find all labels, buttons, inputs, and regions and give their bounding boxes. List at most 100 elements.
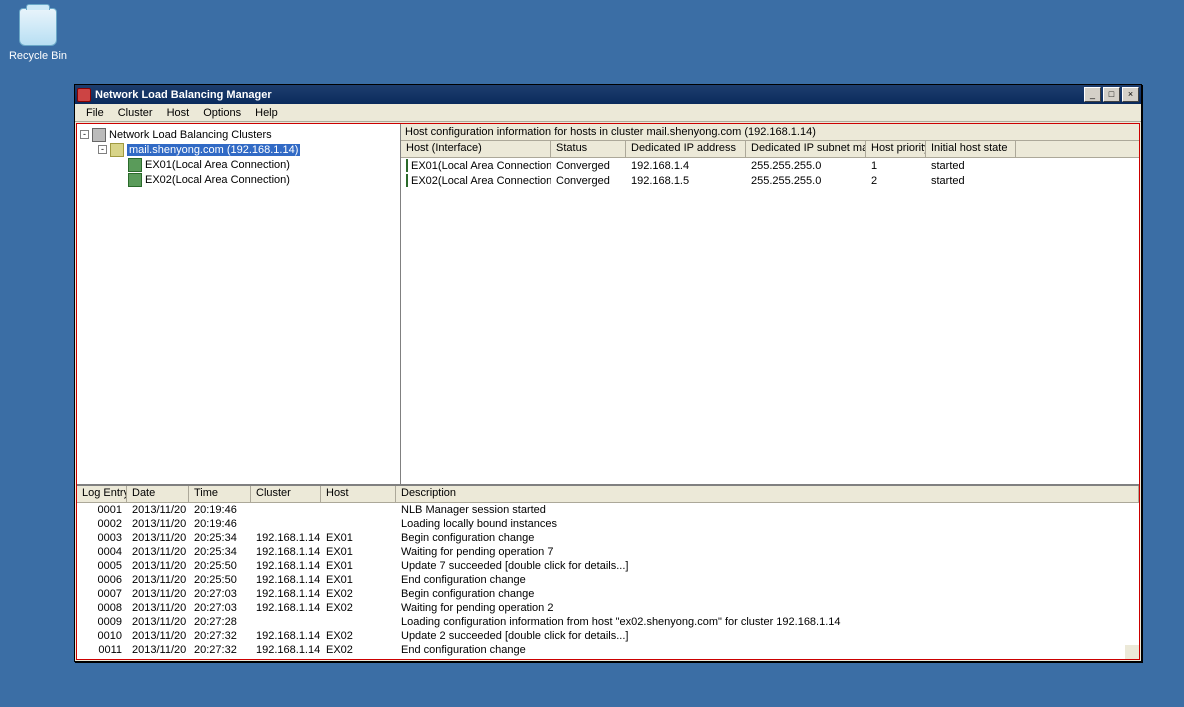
log-date: 2013/11/20 <box>127 574 189 586</box>
log-entry: 0004 <box>77 546 127 558</box>
menu-file[interactable]: File <box>79 105 111 121</box>
log-time: 20:19:46 <box>189 518 251 530</box>
host-init-state: started <box>926 160 1016 172</box>
log-cluster: 192.168.1.14 <box>251 574 321 586</box>
log-entry: 0008 <box>77 602 127 614</box>
log-row[interactable]: 00042013/11/2020:25:34192.168.1.14EX01Wa… <box>77 545 1139 559</box>
tree-host-2[interactable]: EX02(Local Area Connection) <box>80 172 397 187</box>
col-subnet[interactable]: Dedicated IP subnet mask <box>746 141 866 157</box>
log-entry: 0009 <box>77 616 127 628</box>
recycle-bin[interactable]: Recycle Bin <box>8 8 68 62</box>
host-interface: EX01(Local Area Connection) <box>411 160 551 172</box>
resize-grip[interactable] <box>1125 645 1139 659</box>
host-status: Converged <box>551 175 626 187</box>
log-row[interactable]: 00012013/11/2020:19:46NLB Manager sessio… <box>77 503 1139 517</box>
log-entry: 0002 <box>77 518 127 530</box>
log-cluster: 192.168.1.14 <box>251 630 321 642</box>
tree-root-label: Network Load Balancing Clusters <box>109 129 272 141</box>
menu-host[interactable]: Host <box>160 105 197 121</box>
log-rows[interactable]: 00012013/11/2020:19:46NLB Manager sessio… <box>77 503 1139 659</box>
recycle-bin-icon <box>19 8 57 46</box>
host-status: Converged <box>551 160 626 172</box>
col-priority[interactable]: Host priority <box>866 141 926 157</box>
col-log-desc[interactable]: Description <box>396 486 1139 502</box>
col-log-host[interactable]: Host <box>321 486 396 502</box>
tree-cluster[interactable]: - mail.shenyong.com (192.168.1.14) <box>80 142 397 157</box>
titlebar[interactable]: Network Load Balancing Manager _ □ × <box>75 85 1141 104</box>
log-description: Loading locally bound instances <box>396 518 1139 530</box>
menubar: File Cluster Host Options Help <box>75 104 1141 122</box>
log-row[interactable]: 00072013/11/2020:27:03192.168.1.14EX02Be… <box>77 587 1139 601</box>
host-dedicated-ip: 192.168.1.4 <box>626 160 746 172</box>
col-log-date[interactable]: Date <box>127 486 189 502</box>
log-description: End configuration change <box>396 574 1139 586</box>
log-date: 2013/11/20 <box>127 630 189 642</box>
log-row[interactable]: 00112013/11/2020:27:32192.168.1.14EX02En… <box>77 643 1139 657</box>
log-row[interactable]: 00092013/11/2020:27:28Loading configurat… <box>77 615 1139 629</box>
minus-icon[interactable]: - <box>98 145 107 154</box>
log-date: 2013/11/20 <box>127 616 189 628</box>
host-icon <box>406 159 408 172</box>
log-host: EX01 <box>321 546 396 558</box>
log-row[interactable]: 00052013/11/2020:25:50192.168.1.14EX01Up… <box>77 559 1139 573</box>
col-log-cluster[interactable]: Cluster <box>251 486 321 502</box>
log-host: EX02 <box>321 630 396 642</box>
log-time: 20:27:03 <box>189 588 251 600</box>
log-host: EX01 <box>321 532 396 544</box>
minus-icon[interactable]: - <box>80 130 89 139</box>
tree-host1-label: EX01(Local Area Connection) <box>145 159 290 171</box>
close-button[interactable]: × <box>1122 87 1139 102</box>
cluster-icon <box>110 143 124 157</box>
col-interface[interactable]: Host (Interface) <box>401 141 551 157</box>
log-column-headers[interactable]: Log Entry Date Time Cluster Host Descrip… <box>77 486 1139 503</box>
col-dedicated-ip[interactable]: Dedicated IP address <box>626 141 746 157</box>
log-entry: 0010 <box>77 630 127 642</box>
cluster-tree[interactable]: - Network Load Balancing Clusters - mail… <box>77 124 401 484</box>
log-host: EX02 <box>321 644 396 656</box>
menu-cluster[interactable]: Cluster <box>111 105 160 121</box>
host-priority: 2 <box>866 175 926 187</box>
tree-cluster-label: mail.shenyong.com (192.168.1.14) <box>127 144 300 156</box>
log-time: 20:27:32 <box>189 630 251 642</box>
tree-host2-label: EX02(Local Area Connection) <box>145 174 290 186</box>
log-date: 2013/11/20 <box>127 518 189 530</box>
log-time: 20:25:34 <box>189 546 251 558</box>
log-row[interactable]: 00022013/11/2020:19:46 Loading locally bo… <box>77 517 1139 531</box>
host-interface: EX02(Local Area Connection) <box>411 175 551 187</box>
log-description: Update 7 succeeded [double click for det… <box>396 560 1139 572</box>
host-icon <box>128 158 142 172</box>
log-cluster: 192.168.1.14 <box>251 532 321 544</box>
col-init-state[interactable]: Initial host state <box>926 141 1016 157</box>
log-row[interactable]: 00102013/11/2020:27:32192.168.1.14EX02Up… <box>77 629 1139 643</box>
menu-options[interactable]: Options <box>196 105 248 121</box>
log-description: End configuration change <box>396 644 1139 656</box>
log-cluster: 192.168.1.14 <box>251 588 321 600</box>
menu-help[interactable]: Help <box>248 105 285 121</box>
log-row[interactable]: 00062013/11/2020:25:50192.168.1.14EX01En… <box>77 573 1139 587</box>
log-entry: 0006 <box>77 574 127 586</box>
col-status[interactable]: Status <box>551 141 626 157</box>
log-description: Waiting for pending operation 2 <box>396 602 1139 614</box>
host-column-headers[interactable]: Host (Interface) Status Dedicated IP add… <box>401 141 1139 158</box>
host-dedicated-ip: 192.168.1.5 <box>626 175 746 187</box>
host-row[interactable]: EX02(Local Area Connection)Converged192.… <box>401 173 1139 188</box>
log-date: 2013/11/20 <box>127 532 189 544</box>
log-row[interactable]: 00082013/11/2020:27:03192.168.1.14EX02Wa… <box>77 601 1139 615</box>
col-log-time[interactable]: Time <box>189 486 251 502</box>
log-cluster: 192.168.1.14 <box>251 546 321 558</box>
tree-root[interactable]: - Network Load Balancing Clusters <box>80 127 397 142</box>
log-time: 20:19:46 <box>189 504 251 516</box>
log-date: 2013/11/20 <box>127 602 189 614</box>
minimize-button[interactable]: _ <box>1084 87 1101 102</box>
maximize-button[interactable]: □ <box>1103 87 1120 102</box>
log-time: 20:25:34 <box>189 532 251 544</box>
host-icon <box>128 173 142 187</box>
col-log-entry[interactable]: Log Entry <box>77 486 127 502</box>
host-row[interactable]: EX01(Local Area Connection)Converged192.… <box>401 158 1139 173</box>
log-row[interactable]: 00032013/11/2020:25:34192.168.1.14EX01Be… <box>77 531 1139 545</box>
log-description: NLB Manager session started <box>396 504 1139 516</box>
log-description: Loading configuration information from h… <box>396 616 1139 628</box>
tree-host-1[interactable]: EX01(Local Area Connection) <box>80 157 397 172</box>
log-host: EX01 <box>321 574 396 586</box>
log-date: 2013/11/20 <box>127 504 189 516</box>
